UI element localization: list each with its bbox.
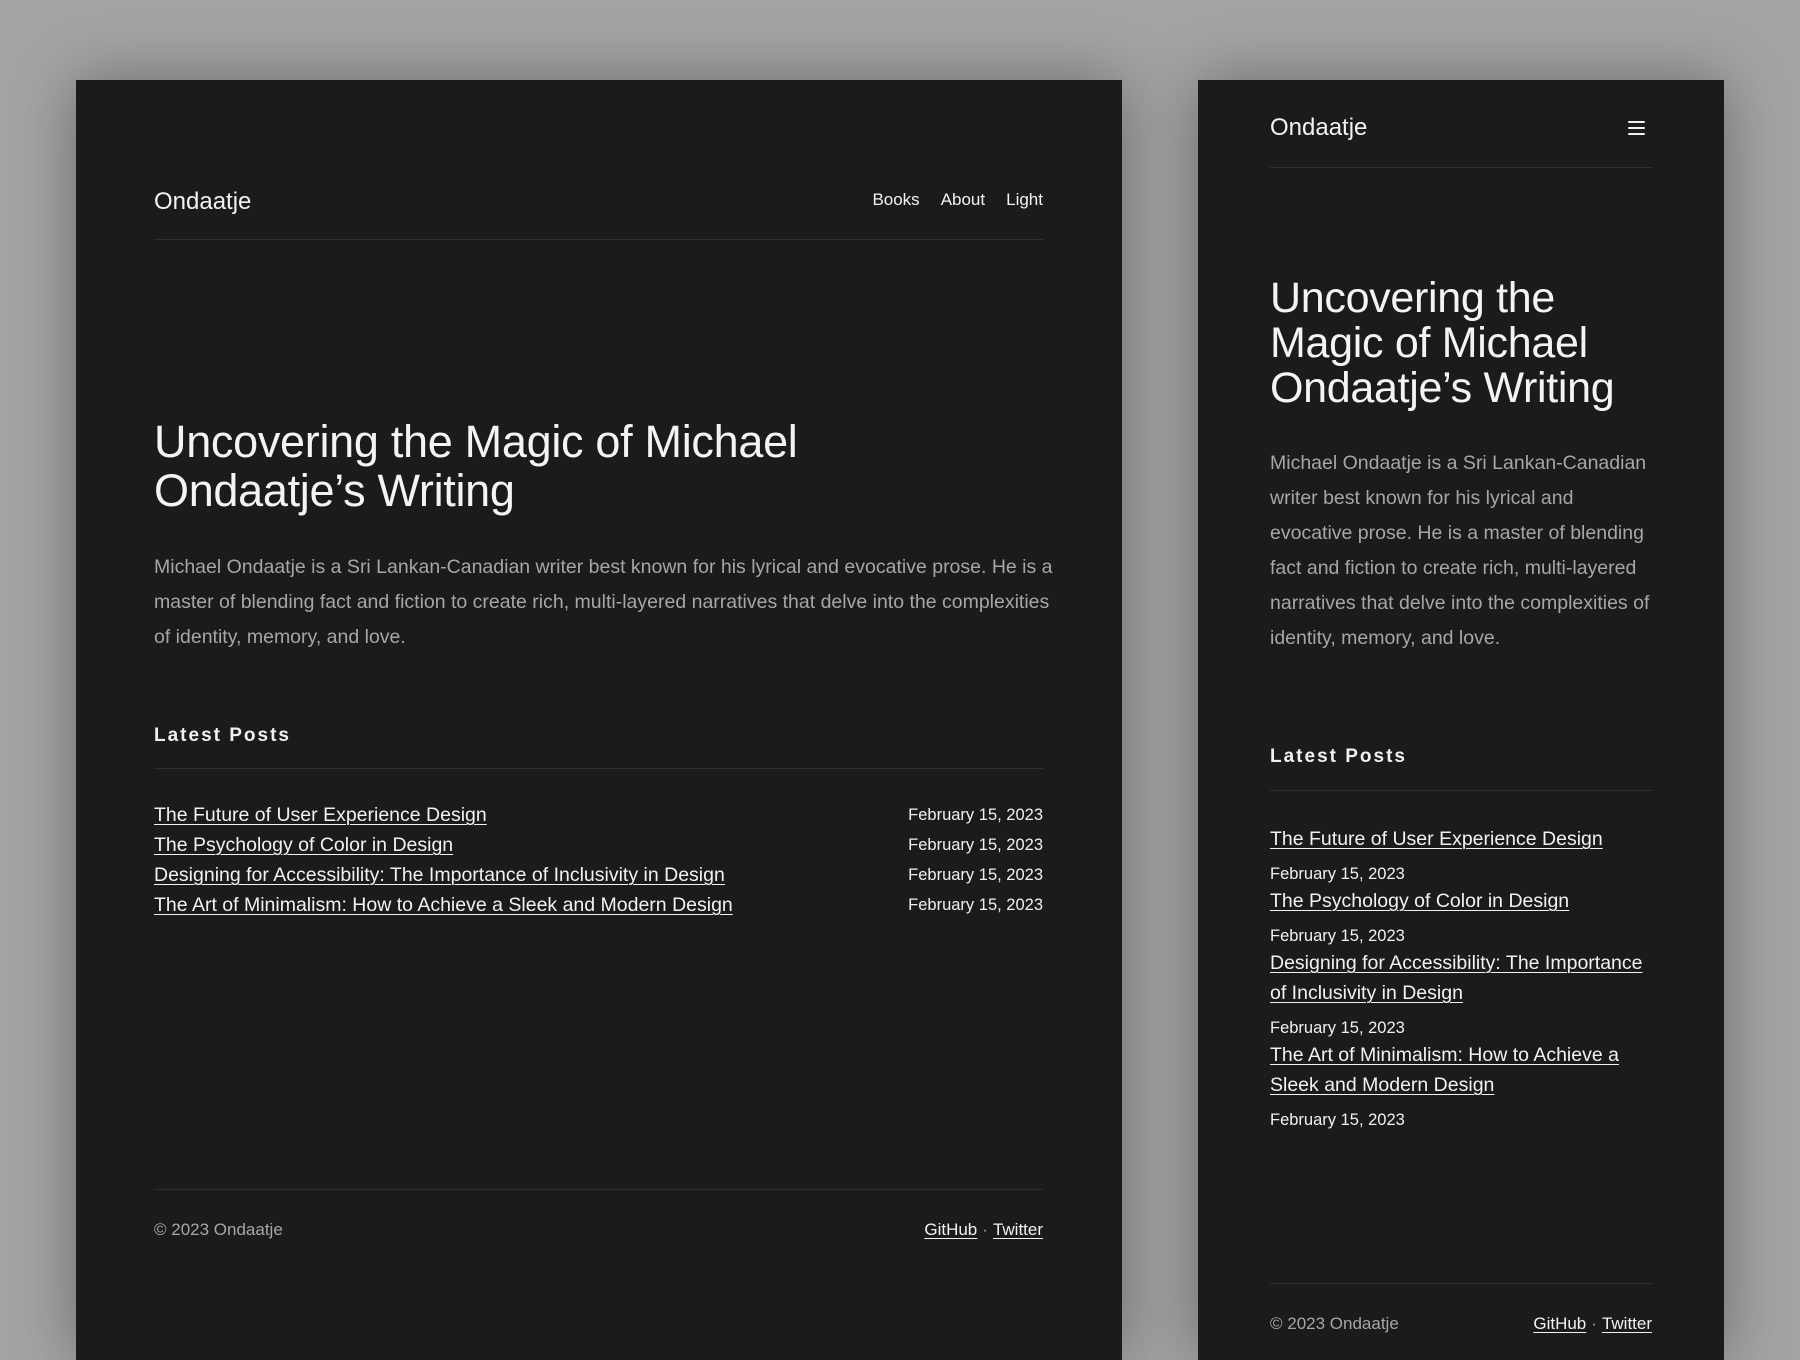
page-title: Uncovering the Magic of Michael Ondaatje… [154,416,798,516]
mobile-preview: Ondaatje Uncovering the Magic of Michael… [1198,80,1724,1360]
footer-divider [1270,1283,1652,1284]
post-link[interactable]: The Psychology of Color in Design [154,834,453,856]
section-divider [154,768,1043,769]
section-divider [1270,790,1652,791]
post-link[interactable]: The Art of Minimalism: How to Achieve a … [154,894,733,916]
post-link[interactable]: Designing for Accessibility: The Importa… [1270,952,1642,1004]
page-title: Uncovering the Magic of Michael Ondaatje… [1270,274,1615,412]
post-date: February 15, 2023 [1270,865,1405,883]
post-item: Designing for Accessibility: The Importa… [1270,948,1664,1040]
footer-links: GitHub · Twitter [1533,1312,1652,1336]
latest-posts-heading: Latest Posts [1270,746,1407,767]
header-divider [154,239,1043,240]
post-list: The Future of User Experience Design Feb… [154,800,1043,920]
post-item: Designing for Accessibility: The Importa… [154,860,1043,890]
post-date: February 15, 2023 [908,866,1043,884]
post-date: February 15, 2023 [1270,1111,1405,1129]
post-date: February 15, 2023 [908,806,1043,824]
header-divider [1270,167,1652,168]
nav-about[interactable]: About [941,188,985,212]
post-link[interactable]: The Future of User Experience Design [1270,828,1603,850]
post-date: February 15, 2023 [1270,1019,1405,1037]
copyright: © 2023 Ondaatje [154,1220,283,1239]
site-brand-link[interactable]: Ondaatje [1270,113,1367,143]
post-item: The Future of User Experience Design Feb… [154,800,1043,830]
post-date: February 15, 2023 [908,896,1043,914]
footer-links: GitHub · Twitter [924,1218,1043,1242]
link-separator: · [982,1220,988,1239]
copyright: © 2023 Ondaatje [1270,1314,1399,1333]
github-link[interactable]: GitHub [1533,1314,1586,1333]
site-brand-link[interactable]: Ondaatje [154,187,251,217]
post-date: February 15, 2023 [1270,927,1405,945]
post-item: The Art of Minimalism: How to Achieve a … [1270,1040,1664,1132]
intro-paragraph: Michael Ondaatje is a Sri Lankan-Canadia… [1270,452,1650,649]
desktop-preview: Ondaatje Books About Light Uncovering th… [76,80,1122,1360]
github-link[interactable]: GitHub [924,1220,977,1239]
post-item: The Psychology of Color in Design Februa… [1270,886,1664,948]
link-separator: · [1591,1314,1597,1333]
hamburger-menu-icon[interactable] [1628,120,1645,136]
post-item: The Art of Minimalism: How to Achieve a … [154,890,1043,920]
post-link[interactable]: The Future of User Experience Design [154,800,734,830]
nav-books[interactable]: Books [872,188,919,212]
post-item: The Psychology of Color in Design Februa… [154,830,1043,860]
nav-theme-toggle-light[interactable]: Light [1006,188,1043,212]
footer-divider [154,1189,1043,1190]
main-nav: Books About Light [872,188,1043,212]
intro-paragraph: Michael Ondaatje is a Sri Lankan-Canadia… [154,556,1053,648]
post-link[interactable]: Designing for Accessibility: The Importa… [154,864,725,886]
twitter-link[interactable]: Twitter [1602,1314,1652,1333]
twitter-link[interactable]: Twitter [993,1220,1043,1239]
post-item: The Future of User Experience Design Feb… [1270,824,1664,886]
post-list: The Future of User Experience Design Feb… [1270,824,1664,1132]
latest-posts-heading: Latest Posts [154,725,291,746]
post-link[interactable]: The Psychology of Color in Design [1270,890,1569,912]
post-date: February 15, 2023 [908,836,1043,854]
post-link[interactable]: The Art of Minimalism: How to Achieve a … [1270,1044,1619,1096]
